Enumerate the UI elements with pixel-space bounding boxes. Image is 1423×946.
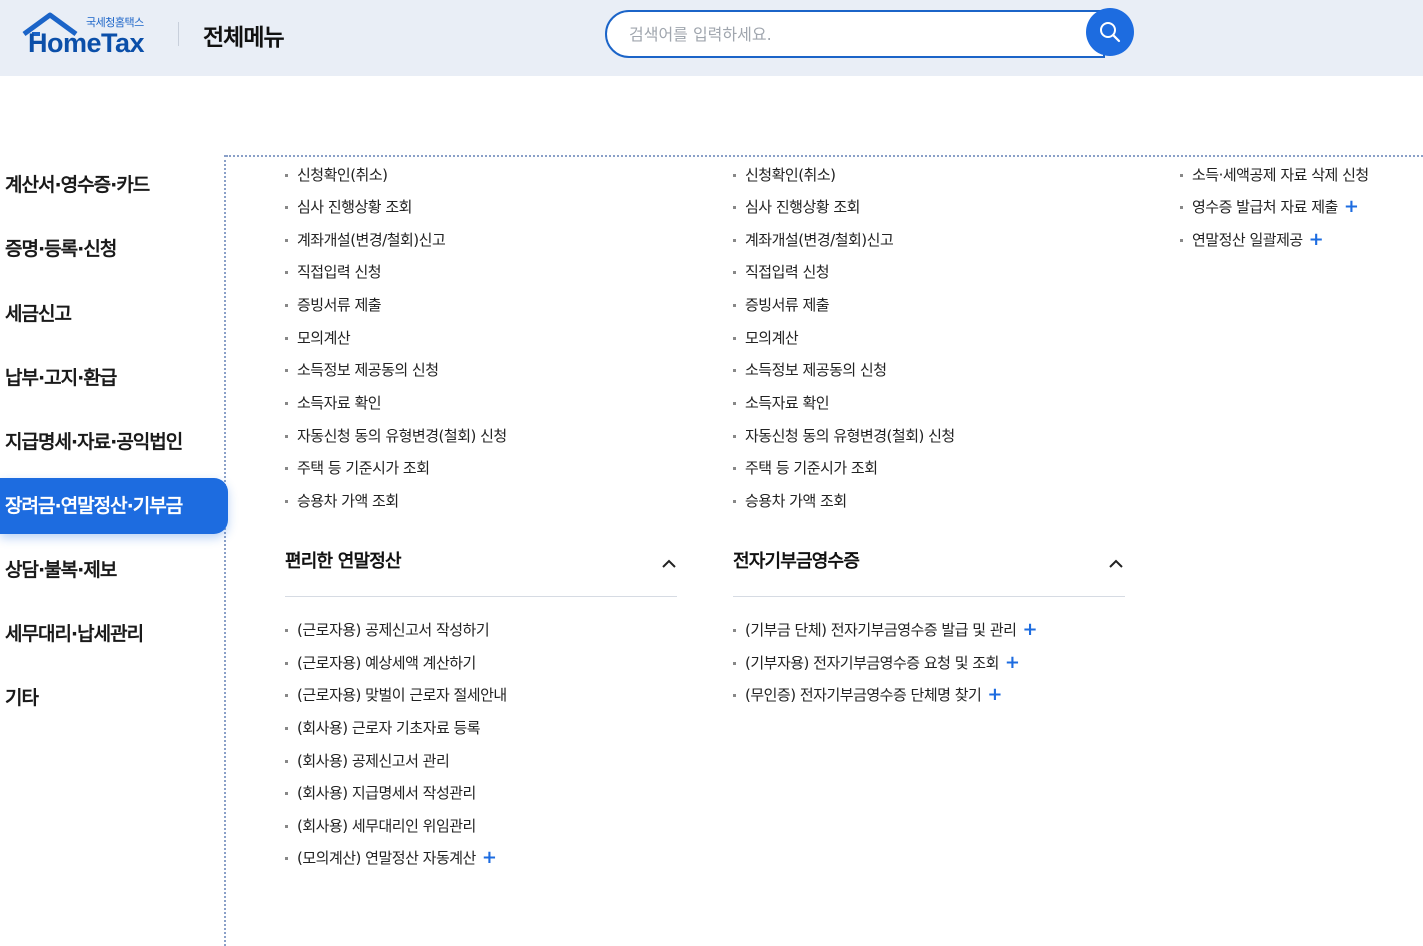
menu-item-with-plus[interactable]: (무인증) 전자기부금영수증 단체명 찾기 +	[733, 683, 1002, 707]
menu-item[interactable]: 심사 진행상황 조회	[285, 195, 412, 219]
menu-item[interactable]: 증빙서류 제출	[285, 293, 382, 317]
menu-item[interactable]: 계좌개설(변경/철회)신고	[733, 228, 894, 252]
menu-item[interactable]: (회사용) 공제신고서 관리	[285, 749, 450, 773]
menu-item[interactable]: 소득정보 제공동의 신청	[733, 358, 887, 382]
sidebar-item-etc[interactable]: 기타	[0, 670, 228, 726]
header-divider	[178, 22, 179, 46]
menu-item[interactable]: 자동신청 동의 유형변경(철회) 신청	[285, 424, 507, 448]
menu-item[interactable]: 소득정보 제공동의 신청	[285, 358, 439, 382]
logo-wordmark: HomeTax	[28, 28, 145, 58]
menu-item[interactable]: 심사 진행상황 조회	[733, 195, 860, 219]
menu-item-label: 연말정산 일괄제공	[1192, 231, 1303, 249]
search-input[interactable]	[629, 22, 1069, 46]
menu-item[interactable]: 주택 등 기준시가 조회	[733, 456, 878, 480]
menu-item[interactable]: 계좌개설(변경/철회)신고	[285, 228, 446, 252]
menu-item-label: 영수증 발급처 자료 제출	[1192, 198, 1338, 216]
section-title-year-end[interactable]: 편리한 연말정산	[285, 547, 402, 577]
sidebar-item-consultation[interactable]: 상담·불복·제보	[0, 542, 228, 598]
menu-item[interactable]: 소득자료 확인	[285, 391, 382, 415]
plus-icon[interactable]: +	[1022, 619, 1037, 640]
search-icon	[1100, 22, 1121, 43]
menu-item[interactable]: (근로자용) 공제신고서 작성하기	[285, 618, 490, 642]
section-title-donation[interactable]: 전자기부금영수증	[733, 547, 860, 577]
menu-item[interactable]: 직접입력 신청	[733, 260, 830, 284]
menu-item[interactable]: 신청확인(취소)	[285, 163, 388, 187]
content-top-divider	[226, 155, 1423, 157]
plus-icon[interactable]: +	[1005, 652, 1020, 673]
sidebar-item-incentive[interactable]: 장려금·연말정산·기부금	[0, 478, 228, 534]
menu-item[interactable]: 직접입력 신청	[285, 260, 382, 284]
menu-item-with-plus[interactable]: (기부금 단체) 전자기부금영수증 발급 및 관리 +	[733, 618, 1038, 642]
section-divider	[733, 596, 1125, 597]
search-button[interactable]	[1086, 8, 1134, 56]
menu-item[interactable]: 증빙서류 제출	[733, 293, 830, 317]
menu-item-label: (무인증) 전자기부금영수증 단체명 찾기	[745, 686, 982, 704]
sidebar-item-tax-agent[interactable]: 세무대리·납세관리	[0, 606, 228, 662]
menu-item-label: (기부금 단체) 전자기부금영수증 발급 및 관리	[745, 621, 1017, 639]
sidebar-item-invoice[interactable]: 계산서·영수증·카드	[0, 157, 228, 213]
menu-item[interactable]: 승용차 가액 조회	[733, 489, 847, 513]
sidebar-item-payment[interactable]: 납부·고지·환급	[0, 350, 228, 406]
sidebar-item-certificate[interactable]: 증명·등록·신청	[0, 221, 228, 277]
menu-item-with-plus[interactable]: 영수증 발급처 자료 제출 +	[1180, 195, 1359, 219]
menu-item[interactable]: 소득자료 확인	[733, 391, 830, 415]
menu-item[interactable]: 주택 등 기준시가 조회	[285, 456, 430, 480]
hometax-logo[interactable]: 국세청홈택스 HomeTax	[20, 12, 160, 62]
menu-item[interactable]: (근로자용) 예상세액 계산하기	[285, 651, 476, 675]
category-sidebar: 계산서·영수증·카드 증명·등록·신청 세금신고 납부·고지·환급 지급명세·자…	[0, 155, 228, 946]
menu-item-label: (모의계산) 연말정산 자동계산	[297, 849, 476, 867]
menu-item[interactable]: 자동신청 동의 유형변경(철회) 신청	[733, 424, 955, 448]
menu-item-with-plus[interactable]: 연말정산 일괄제공 +	[1180, 228, 1324, 252]
menu-item[interactable]: (회사용) 세무대리인 위임관리	[285, 814, 476, 838]
menu-item-with-plus[interactable]: (모의계산) 연말정산 자동계산 +	[285, 846, 497, 870]
plus-icon[interactable]: +	[482, 847, 497, 868]
menu-item-label: (기부자용) 전자기부금영수증 요청 및 조회	[745, 654, 999, 672]
menu-item[interactable]: 소득·세액공제 자료 삭제 신청	[1180, 163, 1369, 187]
menu-item[interactable]: (근로자용) 맞벌이 근로자 절세안내	[285, 683, 507, 707]
menu-item[interactable]: (회사용) 지급명세서 작성관리	[285, 781, 476, 805]
page-title: 전체메뉴	[203, 25, 285, 51]
menu-item[interactable]: 신청확인(취소)	[733, 163, 836, 187]
chevron-up-icon[interactable]	[661, 556, 677, 572]
plus-icon[interactable]: +	[1344, 196, 1359, 217]
menu-item-with-plus[interactable]: (기부자용) 전자기부금영수증 요청 및 조회 +	[733, 651, 1020, 675]
section-divider	[285, 596, 677, 597]
sidebar-item-tax-report[interactable]: 세금신고	[0, 286, 228, 342]
plus-icon[interactable]: +	[1309, 229, 1324, 250]
header-bar: 국세청홈택스 HomeTax 전체메뉴	[0, 0, 1423, 76]
chevron-up-icon[interactable]	[1108, 556, 1124, 572]
plus-icon[interactable]: +	[987, 684, 1002, 705]
menu-item[interactable]: 모의계산	[733, 326, 799, 350]
menu-item[interactable]: 승용차 가액 조회	[285, 489, 399, 513]
sidebar-item-statement[interactable]: 지급명세·자료·공익법인	[0, 414, 228, 470]
menu-item[interactable]: (회사용) 근로자 기초자료 등록	[285, 716, 481, 740]
menu-item[interactable]: 모의계산	[285, 326, 351, 350]
search-box	[605, 10, 1105, 58]
